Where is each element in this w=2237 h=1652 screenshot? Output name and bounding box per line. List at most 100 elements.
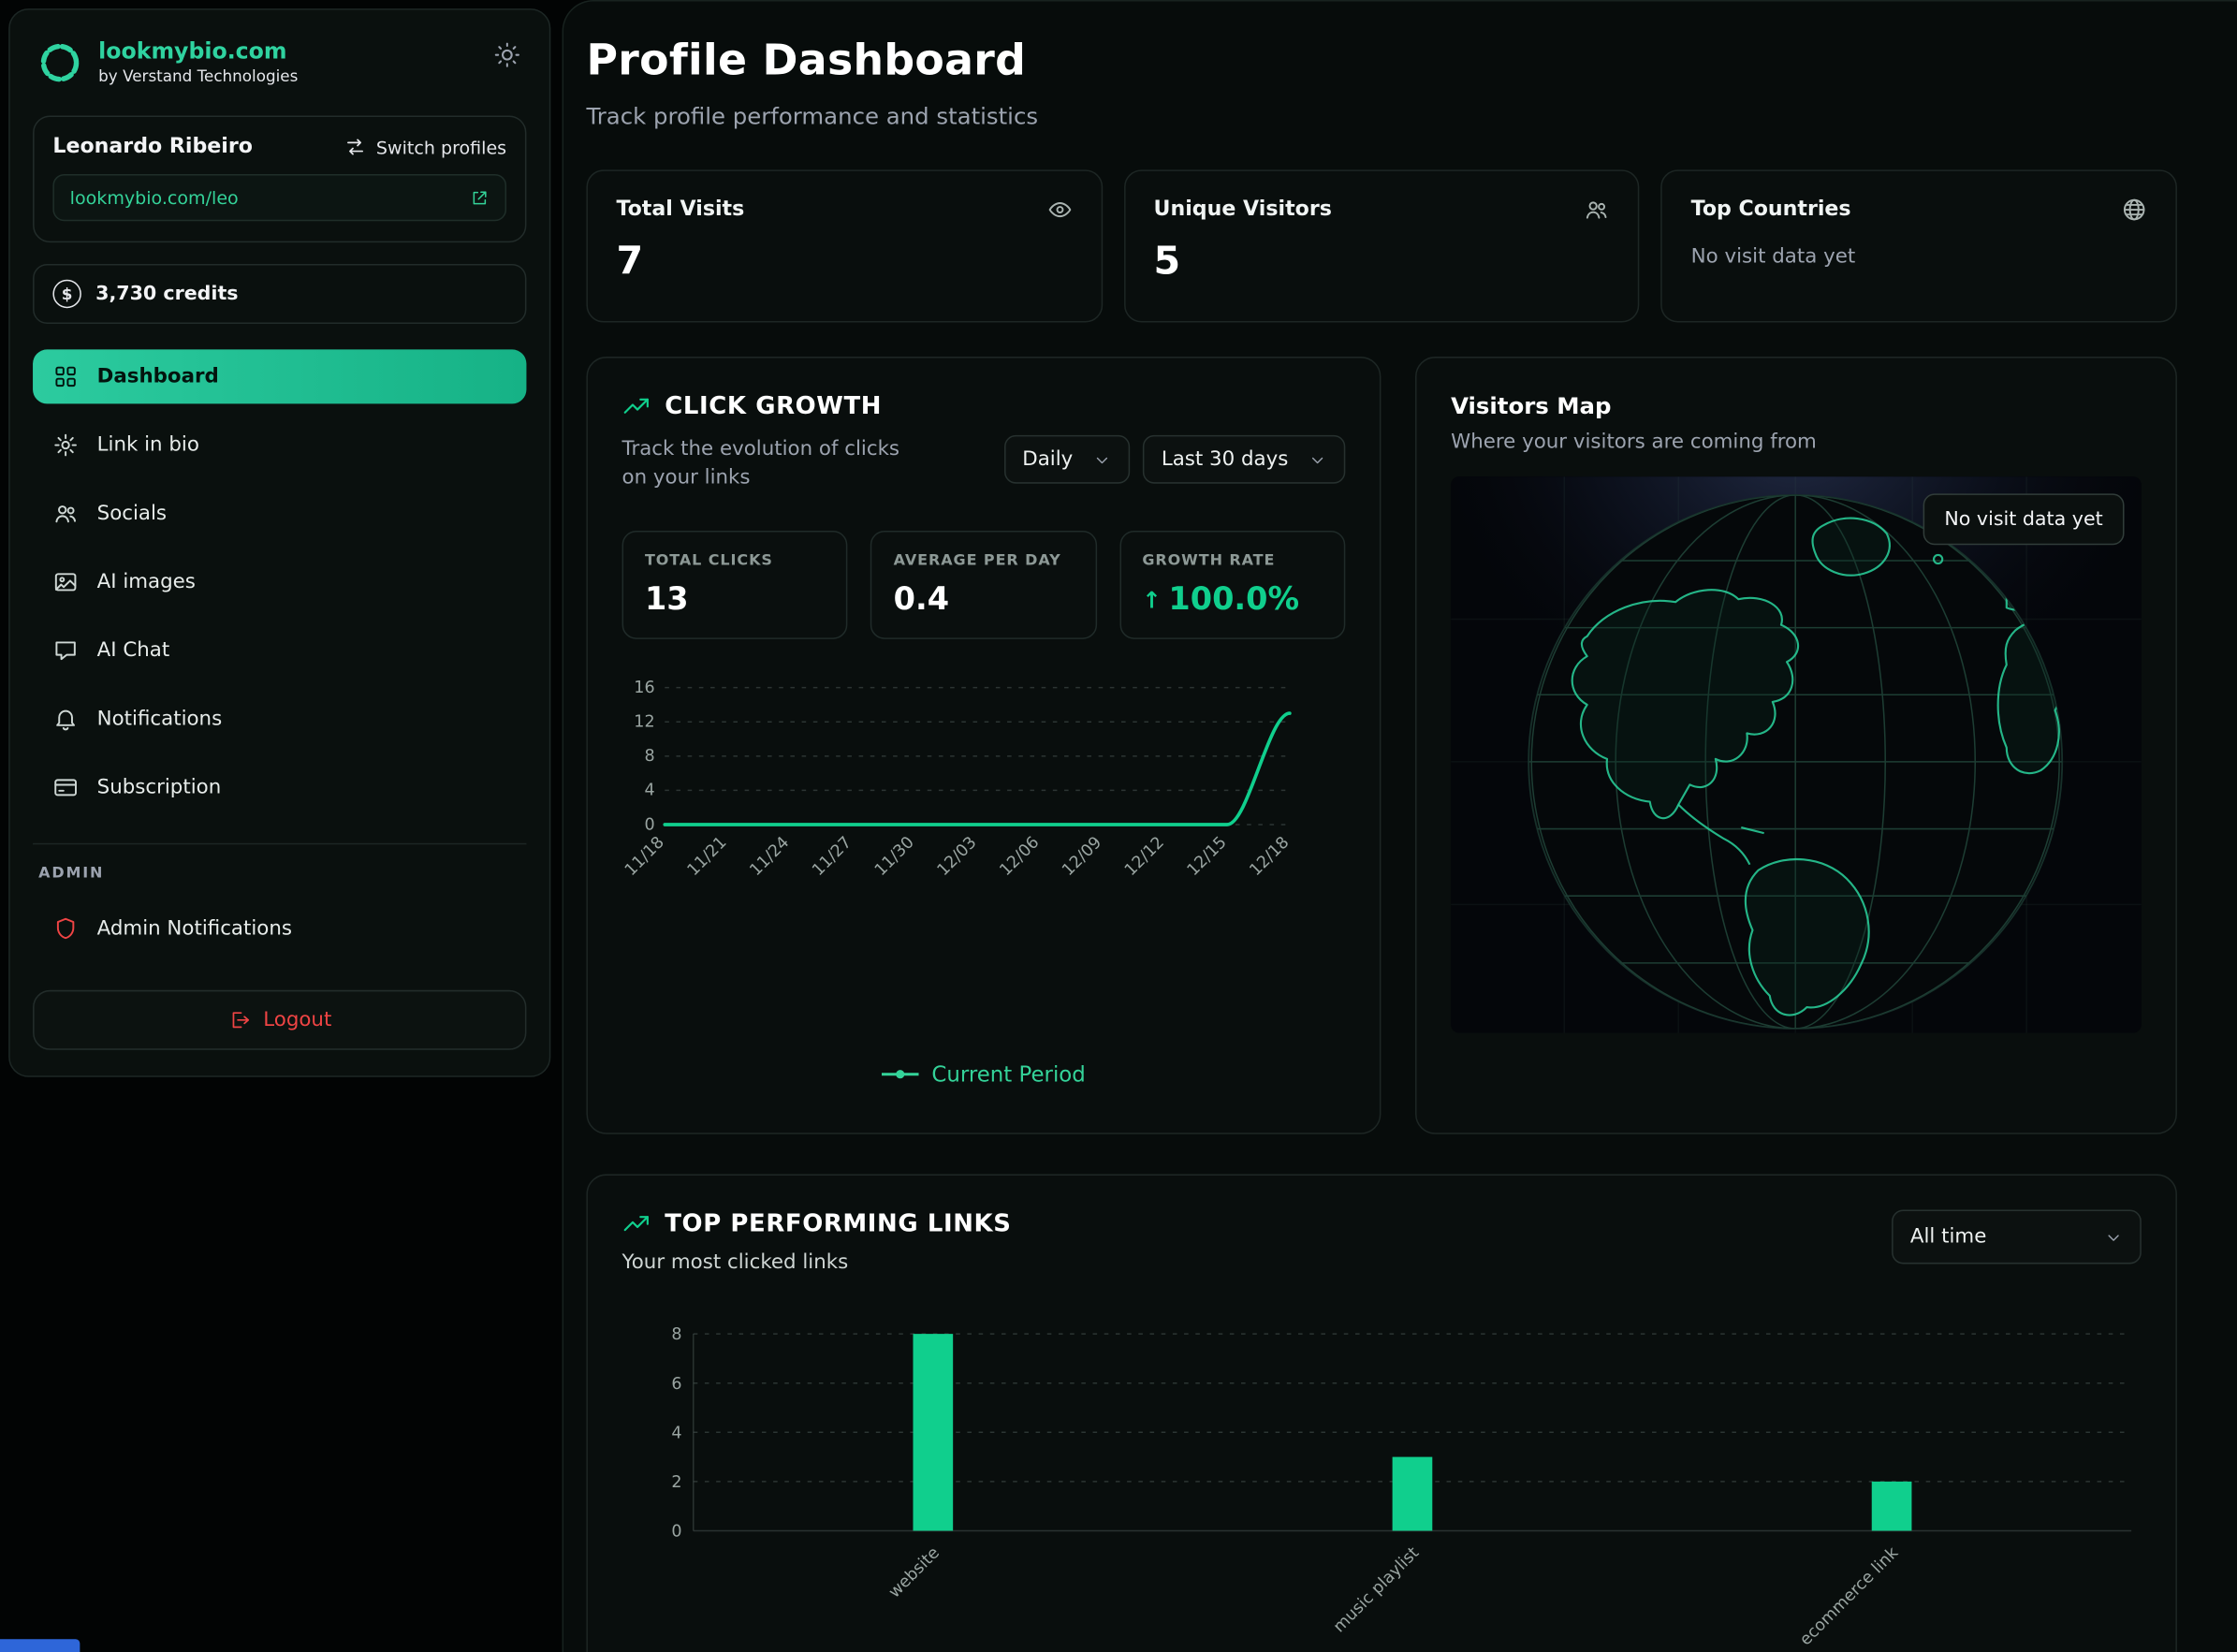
range-select[interactable]: Last 30 days bbox=[1143, 435, 1345, 484]
sidebar-item-subscription[interactable]: Subscription bbox=[33, 761, 526, 815]
growth-rate-value: 100.0% bbox=[1168, 581, 1299, 617]
stat-card-top-countries: Top Countries No visit data yet bbox=[1661, 169, 2177, 322]
time-filter-value: All time bbox=[1910, 1225, 1986, 1248]
stats-row: Total Visits 7 Unique Visitors bbox=[586, 169, 2176, 322]
globe-illustration bbox=[1451, 476, 2142, 1032]
eye-icon bbox=[1046, 197, 1072, 222]
stat-card-unique-visitors: Unique Visitors 5 bbox=[1124, 169, 1640, 322]
click-growth-metrics: TOTAL CLICKS 13 AVERAGE PER DAY 0.4 GROW… bbox=[622, 530, 1346, 638]
logout-button[interactable]: Logout bbox=[33, 990, 526, 1050]
image-icon bbox=[52, 569, 78, 594]
range-select-value: Last 30 days bbox=[1162, 448, 1289, 471]
svg-text:0: 0 bbox=[671, 1523, 681, 1542]
svg-text:11/21: 11/21 bbox=[684, 833, 731, 880]
brand: lookmybio.com by Verstand Technologies bbox=[33, 36, 526, 87]
sidebar-item-label: Admin Notifications bbox=[97, 917, 292, 940]
top-links-subtitle: Your most clicked links bbox=[622, 1251, 1012, 1274]
sidebar-item-socials[interactable]: Socials bbox=[33, 487, 526, 541]
svg-text:12/09: 12/09 bbox=[1059, 833, 1105, 880]
sidebar-nav: Dashboard Link in bio bbox=[33, 350, 526, 815]
svg-text:12/18: 12/18 bbox=[1247, 833, 1294, 880]
svg-text:2: 2 bbox=[671, 1473, 681, 1492]
sidebar-item-label: AI Chat bbox=[97, 639, 170, 662]
credits-badge: $ 3,730 credits bbox=[33, 264, 526, 324]
sidebar-item-label: Socials bbox=[97, 503, 167, 525]
gear-icon bbox=[52, 432, 78, 458]
svg-text:ecommerce link: ecommerce link bbox=[1796, 1543, 1903, 1650]
trend-up-arrow-icon: ↑ bbox=[1142, 586, 1161, 613]
chat-bubble-icon bbox=[52, 638, 78, 664]
chevron-down-icon bbox=[1309, 450, 1327, 469]
svg-text:12/03: 12/03 bbox=[934, 833, 981, 880]
chart-legend: Current Period bbox=[622, 1061, 1346, 1087]
svg-text:6: 6 bbox=[671, 1375, 681, 1394]
visitors-map-subtitle: Where your visitors are coming from bbox=[1451, 431, 2142, 453]
svg-text:0: 0 bbox=[644, 815, 654, 834]
svg-text:11/24: 11/24 bbox=[746, 833, 793, 880]
stat-label: Total Visits bbox=[616, 198, 744, 221]
sidebar-item-label: AI images bbox=[97, 571, 196, 593]
external-link-icon[interactable] bbox=[469, 188, 489, 208]
sidebar-item-dashboard[interactable]: Dashboard bbox=[33, 350, 526, 404]
svg-text:11/27: 11/27 bbox=[809, 833, 855, 880]
stat-empty-text: No visit data yet bbox=[1691, 245, 2147, 268]
switch-icon bbox=[344, 136, 366, 158]
theme-toggle-sun-icon[interactable] bbox=[490, 38, 523, 71]
legend-line-icon bbox=[882, 1069, 919, 1080]
legend-label: Current Period bbox=[931, 1061, 1085, 1087]
brand-tagline: by Verstand Technologies bbox=[98, 67, 298, 87]
svg-text:8: 8 bbox=[644, 747, 654, 766]
page-title: Profile Dashboard bbox=[586, 36, 2176, 85]
trending-up-icon bbox=[622, 1210, 651, 1238]
click-growth-title: CLICK GROWTH bbox=[665, 392, 882, 420]
metric-value: ↑ 100.0% bbox=[1142, 581, 1323, 617]
no-data-badge: No visit data yet bbox=[1923, 493, 2125, 545]
svg-text:12/12: 12/12 bbox=[1121, 833, 1168, 880]
svg-text:8: 8 bbox=[671, 1325, 681, 1344]
metric-label: AVERAGE PER DAY bbox=[894, 551, 1075, 568]
top-links-chart: 86420websitemusic playlistecommerce link bbox=[622, 1323, 2142, 1652]
sidebar-item-label: Subscription bbox=[97, 776, 222, 798]
metric-total-clicks: TOTAL CLICKS 13 bbox=[622, 530, 848, 638]
click-growth-chart: 161284011/1811/2111/2411/2711/3012/0312/… bbox=[622, 673, 1346, 899]
click-growth-subtitle: Track the evolution of clicks on your li… bbox=[622, 435, 929, 493]
top-links-title: TOP PERFORMING LINKS bbox=[665, 1210, 1011, 1238]
page-subtitle: Track profile performance and statistics bbox=[586, 103, 2176, 130]
svg-text:12: 12 bbox=[634, 712, 654, 731]
svg-text:12/06: 12/06 bbox=[997, 833, 1044, 880]
sidebar-item-link-in-bio[interactable]: Link in bio bbox=[33, 418, 526, 473]
svg-text:website: website bbox=[885, 1543, 943, 1601]
top-links-card: TOP PERFORMING LINKS Your most clicked l… bbox=[586, 1174, 2176, 1652]
users-icon bbox=[1584, 197, 1609, 222]
main-panel: Profile Dashboard Track profile performa… bbox=[563, 0, 2237, 1652]
sidebar-item-ai-images[interactable]: AI images bbox=[33, 555, 526, 609]
profile-card: Leonardo Ribeiro Switch profiles lookmyb… bbox=[33, 116, 526, 243]
sidebar-item-admin-notifications[interactable]: Admin Notifications bbox=[33, 901, 526, 956]
profile-url-field[interactable]: lookmybio.com/leo bbox=[52, 174, 506, 221]
dollar-icon: $ bbox=[52, 280, 80, 308]
metric-value: 13 bbox=[645, 581, 826, 617]
metric-growth-rate: GROWTH RATE ↑ 100.0% bbox=[1119, 530, 1345, 638]
bell-icon bbox=[52, 707, 78, 732]
sidebar: lookmybio.com by Verstand Technologies L… bbox=[8, 8, 550, 1077]
visitors-map-title: Visitors Map bbox=[1451, 392, 2142, 419]
users-icon bbox=[52, 501, 78, 526]
sidebar-item-ai-chat[interactable]: AI Chat bbox=[33, 623, 526, 678]
admin-section-label: ADMIN bbox=[33, 865, 526, 882]
frequency-select[interactable]: Daily bbox=[1003, 435, 1130, 484]
metric-average-per-day: AVERAGE PER DAY 0.4 bbox=[870, 530, 1096, 638]
logo-icon bbox=[36, 38, 84, 87]
bottom-edge-artifact bbox=[0, 1639, 80, 1652]
frequency-select-value: Daily bbox=[1022, 448, 1073, 471]
profile-url-text: lookmybio.com/leo bbox=[70, 187, 239, 209]
stat-value: 5 bbox=[1154, 240, 1610, 284]
switch-profiles-button[interactable]: Switch profiles bbox=[344, 136, 506, 158]
credits-label: 3,730 credits bbox=[95, 283, 238, 305]
time-filter-select[interactable]: All time bbox=[1892, 1210, 2142, 1265]
visitors-map-globe: No visit data yet bbox=[1451, 476, 2142, 1032]
metric-label: GROWTH RATE bbox=[1142, 551, 1323, 568]
shield-icon bbox=[52, 916, 78, 942]
dashboard-grid-icon bbox=[52, 364, 78, 389]
sidebar-item-notifications[interactable]: Notifications bbox=[33, 692, 526, 746]
switch-profiles-label: Switch profiles bbox=[376, 137, 506, 158]
